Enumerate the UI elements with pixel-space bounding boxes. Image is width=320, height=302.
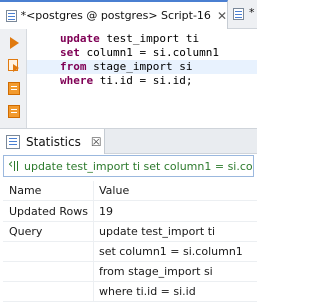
editor-tab-second-label[interactable]: * <box>249 6 255 19</box>
table-row[interactable]: from stage_import si <box>3 262 257 282</box>
sql-text: test_import ti <box>99 32 200 45</box>
sql-text: column1 = si.column1 <box>79 46 219 59</box>
column-header-name[interactable]: Name <box>9 181 41 201</box>
editor-tab-strip: *<postgres @ postgres> Script-16 ✕ * <box>0 0 257 29</box>
editor-tab-label: *<postgres @ postgres> Script-16 <box>20 9 211 22</box>
sql-keyword: from <box>60 60 87 73</box>
query-text: update test_import ti set column1 = si.c… <box>24 159 254 173</box>
sql-query-icon <box>8 157 22 173</box>
sql-text: stage_import si <box>86 60 193 73</box>
results-panel-tab-strip: Statistics ☒ <box>0 128 257 154</box>
code-line: update test_import ti <box>60 32 199 46</box>
tab-statistics[interactable]: Statistics ☒ <box>0 129 105 154</box>
sql-script-icon <box>5 9 17 23</box>
tab-statistics-label: Statistics <box>26 134 81 149</box>
execute-statement-icon[interactable] <box>10 37 19 49</box>
column-header-value[interactable]: Value <box>99 181 129 201</box>
table-row[interactable]: Query update test_import ti <box>3 222 257 242</box>
statistics-icon <box>6 134 20 149</box>
table-header-row: Name Value <box>3 181 257 201</box>
close-icon[interactable]: ☒ <box>91 135 102 149</box>
code-line: from stage_import si <box>60 60 192 74</box>
sql-keyword: set <box>60 46 80 59</box>
editor-tab-script-16[interactable]: *<postgres @ postgres> Script-16 ✕ <box>0 0 228 29</box>
load-plan-icon[interactable] <box>6 104 22 120</box>
sql-editor[interactable]: update test_import ti set column1 = si.c… <box>27 29 257 128</box>
table-row[interactable]: set column1 = si.column1 <box>3 242 257 262</box>
row-name: Query <box>9 225 43 238</box>
code-line: set column1 = si.column1 <box>60 46 219 60</box>
close-icon[interactable]: ✕ <box>217 9 227 23</box>
row-value: from stage_import si <box>99 265 213 278</box>
sql-keyword: where <box>60 74 94 87</box>
explain-plan-icon[interactable] <box>6 81 22 97</box>
sql-keyword: update <box>60 32 100 45</box>
query-text-field[interactable]: update test_import ti set column1 = si.c… <box>3 155 254 177</box>
row-value: update test_import ti <box>99 225 216 238</box>
row-value: 19 <box>99 205 113 218</box>
table-row[interactable]: where ti.id = si.id <box>3 282 257 302</box>
row-name: Updated Rows <box>9 205 88 218</box>
execute-script-icon[interactable] <box>6 58 22 74</box>
sql-script-icon[interactable] <box>232 7 246 21</box>
table-row[interactable]: Updated Rows 19 <box>3 202 257 222</box>
sql-text: ti.id = si.id; <box>93 74 193 87</box>
row-value: where ti.id = si.id <box>99 285 196 298</box>
editor-side-toolbar <box>0 29 27 128</box>
code-line: where ti.id = si.id; <box>60 74 192 88</box>
row-value: set column1 = si.column1 <box>99 245 243 258</box>
